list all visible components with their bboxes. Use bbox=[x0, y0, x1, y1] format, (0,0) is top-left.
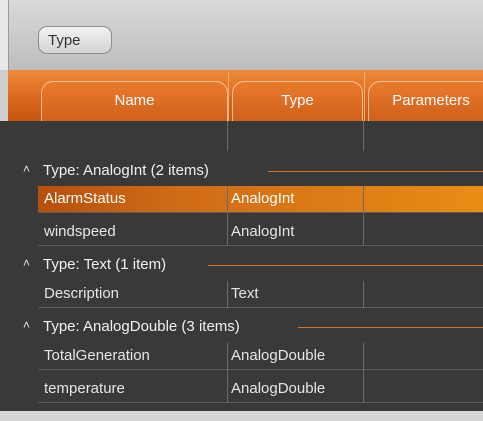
group-header-analogint[interactable]: ˄ Type: AnalogInt (2 items) bbox=[0, 158, 483, 185]
column-divider bbox=[363, 121, 364, 151]
column-divider bbox=[227, 186, 228, 246]
column-divider bbox=[227, 281, 228, 308]
cell-name: windspeed bbox=[44, 223, 116, 240]
table-row[interactable]: Description Text bbox=[38, 281, 483, 308]
group-header-label: Type: AnalogInt (2 items) bbox=[43, 162, 209, 179]
column-header-name[interactable]: Name bbox=[41, 81, 228, 121]
column-divider bbox=[363, 281, 364, 308]
group-divider-line bbox=[298, 327, 483, 328]
column-divider bbox=[363, 186, 364, 246]
cell-name: temperature bbox=[44, 380, 125, 397]
chevron-up-icon[interactable]: ˄ bbox=[23, 318, 30, 332]
cell-type: AnalogDouble bbox=[231, 347, 326, 364]
cell-name: Description bbox=[44, 285, 120, 302]
table-row[interactable]: TotalGeneration AnalogDouble bbox=[38, 343, 483, 370]
group-header-analogdouble[interactable]: ˄ Type: AnalogDouble (3 items) bbox=[0, 314, 483, 341]
column-header-row: Name Type Parameters bbox=[8, 70, 483, 121]
group-by-chip-type[interactable]: Type bbox=[38, 26, 112, 54]
group-header-label: Type: AnalogDouble (3 items) bbox=[43, 318, 240, 335]
column-divider bbox=[227, 121, 228, 151]
column-resize-handle[interactable] bbox=[228, 72, 229, 121]
grid-body: ˄ Type: AnalogInt (2 items) AlarmStatus … bbox=[0, 121, 483, 411]
data-grid-window: Type Name Type Parameters ˄ Type: Analog… bbox=[0, 0, 483, 421]
bottom-edge bbox=[0, 411, 483, 421]
column-resize-handle[interactable] bbox=[364, 72, 365, 121]
table-row[interactable]: windspeed AnalogInt bbox=[38, 219, 483, 246]
group-by-panel[interactable]: Type bbox=[8, 0, 483, 70]
chevron-up-icon[interactable]: ˄ bbox=[23, 256, 30, 270]
group-divider-line bbox=[268, 171, 483, 172]
cell-name: AlarmStatus bbox=[44, 190, 126, 207]
table-row[interactable]: temperature AnalogDouble bbox=[38, 376, 483, 403]
cell-type: AnalogDouble bbox=[231, 380, 326, 397]
cell-name: TotalGeneration bbox=[44, 347, 150, 364]
column-header-parameters[interactable]: Parameters bbox=[368, 81, 483, 121]
left-edge bbox=[0, 70, 8, 121]
chevron-up-icon[interactable]: ˄ bbox=[23, 162, 30, 176]
group-header-text[interactable]: ˄ Type: Text (1 item) bbox=[0, 252, 483, 279]
group-header-label: Type: Text (1 item) bbox=[43, 256, 167, 273]
column-divider bbox=[363, 343, 364, 403]
cell-type: Text bbox=[231, 285, 259, 302]
group-by-chip-label: Type bbox=[48, 32, 81, 49]
cell-type: AnalogInt bbox=[231, 190, 295, 207]
table-row[interactable]: AlarmStatus AnalogInt bbox=[38, 186, 483, 213]
column-header-type[interactable]: Type bbox=[232, 81, 363, 121]
group-divider-line bbox=[208, 265, 483, 266]
column-divider bbox=[227, 343, 228, 403]
cell-type: AnalogInt bbox=[231, 223, 295, 240]
